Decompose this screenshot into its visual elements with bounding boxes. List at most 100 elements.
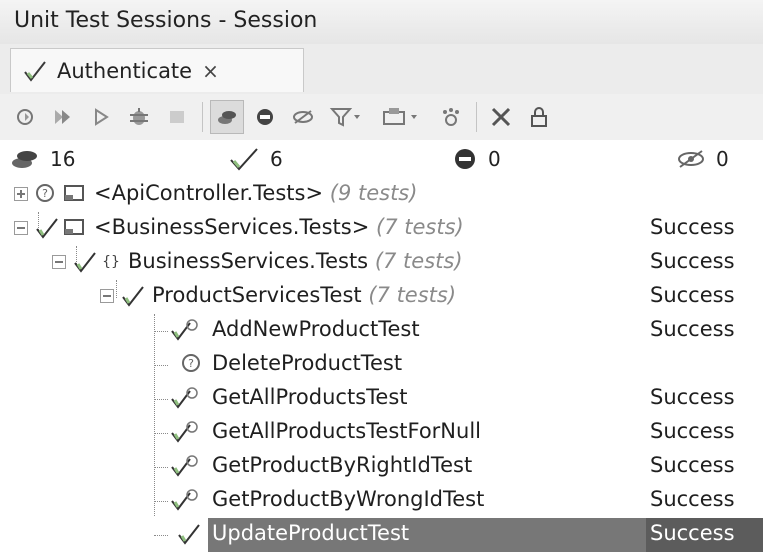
svg-text:{}: {} <box>102 254 120 270</box>
tree-row-status: Success <box>650 453 735 477</box>
tree-row-label: AddNewProductTest <box>212 317 420 341</box>
tree-row-getproductbyrightidtest[interactable]: GetProductByRightIdTest Success <box>0 450 763 484</box>
tree-row-getallproductstest[interactable]: GetAllProductsTest Success <box>0 382 763 416</box>
run-button[interactable] <box>84 100 118 134</box>
tree-row-label: GetAllProductsTest <box>212 385 408 409</box>
collapse-icon[interactable] <box>14 221 28 235</box>
stop-button[interactable] <box>160 100 194 134</box>
test-passed-icon <box>171 489 198 511</box>
collapse-icon[interactable] <box>52 255 66 269</box>
ignored-count-value: 0 <box>716 147 729 171</box>
tab-authenticate[interactable]: Authenticate × <box>10 48 304 92</box>
tree-row-label: BusinessServices.Tests (7 tests) <box>128 249 463 273</box>
group-by-dropdown[interactable] <box>376 100 426 134</box>
tree-row-updateproducttest[interactable]: UpdateProductTest Success <box>0 518 763 552</box>
tree-row-label: UpdateProductTest <box>212 521 410 545</box>
test-passed-icon <box>171 455 198 477</box>
refresh-run-icon <box>17 109 33 125</box>
tree-row-name: <ApiController.Tests> <box>94 181 324 205</box>
tree-row-label: <BusinessServices.Tests> (7 tests) <box>94 215 464 239</box>
stop-icon <box>170 111 184 123</box>
check-icon <box>74 252 96 273</box>
filter-dropdown[interactable] <box>324 100 368 134</box>
ignored-icon <box>678 150 704 168</box>
ignored-icon <box>293 110 313 124</box>
svg-text:?: ? <box>188 357 194 370</box>
bug-icon <box>130 108 148 125</box>
debug-button[interactable] <box>122 100 156 134</box>
passed-count: 6 <box>228 144 283 174</box>
svg-text:?: ? <box>42 187 48 200</box>
toolbar-separator <box>476 102 477 132</box>
lock-button[interactable] <box>522 100 556 134</box>
tree-row-status: Success <box>650 317 735 341</box>
tree-row-status: Success <box>650 215 735 239</box>
total-count-value: 16 <box>50 147 76 171</box>
show-output-button[interactable] <box>434 100 468 134</box>
tab-close-icon[interactable]: × <box>202 59 219 83</box>
tree-row-name: ProductServicesTest <box>152 283 362 307</box>
tree-row-label: <ApiController.Tests> (9 tests) <box>94 181 417 205</box>
namespace-icon: {} <box>102 254 120 270</box>
paw-icon <box>443 108 459 126</box>
tree-row-apicontroller-tests[interactable]: ? <ApiController.Tests> (9 tests) <box>0 178 763 212</box>
minus-circle-icon <box>257 109 273 125</box>
tree-row-count: (7 tests) <box>374 249 463 273</box>
tree-row-name: BusinessServices.Tests <box>128 249 369 273</box>
project-icon <box>64 185 84 201</box>
lock-icon <box>531 107 547 127</box>
window-title: Unit Test Sessions - Session <box>14 8 318 33</box>
tree-row-label: GetProductByRightIdTest <box>212 453 473 477</box>
test-passed-icon <box>171 387 198 409</box>
test-tree: ? <ApiController.Tests> (9 tests) <Busin… <box>0 178 763 552</box>
tree-row-productservicestest[interactable]: ProductServicesTest (7 tests) Success <box>0 280 763 314</box>
failed-count-value: 0 <box>488 147 501 171</box>
project-icon <box>64 219 84 235</box>
show-all-button[interactable] <box>210 100 244 134</box>
test-passed-icon <box>171 319 198 341</box>
tree-row-addnewproducttest[interactable]: AddNewProductTest Success <box>0 314 763 348</box>
toolbar-separator <box>202 102 203 132</box>
tree-row-getallproductstestfornull[interactable]: GetAllProductsTestForNull Success <box>0 416 763 450</box>
tree-row-status: Success <box>650 487 735 511</box>
collapse-icon[interactable] <box>100 289 114 303</box>
check-icon <box>178 524 200 545</box>
tree-row-count: (7 tests) <box>368 283 457 307</box>
run-all-button[interactable] <box>8 100 42 134</box>
cut-button[interactable] <box>484 100 518 134</box>
tree-row-status: Success <box>650 419 735 443</box>
tree-row-status: Success <box>650 249 735 273</box>
filter-icon <box>329 108 360 127</box>
show-failed-button[interactable] <box>248 100 282 134</box>
tab-strip: Authenticate × <box>0 44 763 94</box>
minus-circle-icon <box>455 149 475 169</box>
scissors-icon <box>491 107 511 127</box>
tree-row-label: GetAllProductsTestForNull <box>212 419 481 443</box>
coins-icon <box>12 151 37 168</box>
unknown-status-icon: ? <box>182 354 200 372</box>
expand-icon[interactable] <box>14 187 28 201</box>
tree-row-label: GetProductByWrongIdTest <box>212 487 485 511</box>
coins-icon <box>218 111 236 124</box>
session-check-icon <box>24 60 46 82</box>
failed-count: 0 <box>452 144 501 174</box>
show-ignored-button[interactable] <box>286 100 320 134</box>
run-double-icon <box>55 110 70 124</box>
tree-row-businessservices-project[interactable]: <BusinessServices.Tests> (7 tests) Succe… <box>0 212 763 246</box>
tree-row-count: (7 tests) <box>376 215 464 239</box>
tree-row-deleteproducttest[interactable]: ? DeleteProductTest <box>0 348 763 382</box>
play-icon <box>95 108 109 126</box>
unknown-status-icon: ? <box>36 184 54 202</box>
tree-row-status: Success <box>650 283 735 307</box>
tree-row-count: (9 tests) <box>329 181 418 205</box>
check-icon <box>122 286 144 307</box>
tab-label: Authenticate <box>57 58 193 83</box>
tree-row-businessservices-namespace[interactable]: {} BusinessServices.Tests (7 tests) Succ… <box>0 246 763 280</box>
run-selected-button[interactable] <box>46 100 80 134</box>
tree-row-status: Success <box>650 385 735 409</box>
passed-count-value: 6 <box>270 147 283 171</box>
group-by-icon <box>383 108 417 125</box>
window-titlebar: Unit Test Sessions - Session <box>0 0 763 44</box>
tree-row-getproductbywrongidtest[interactable]: GetProductByWrongIdTest Success <box>0 484 763 518</box>
test-passed-icon <box>171 421 198 443</box>
